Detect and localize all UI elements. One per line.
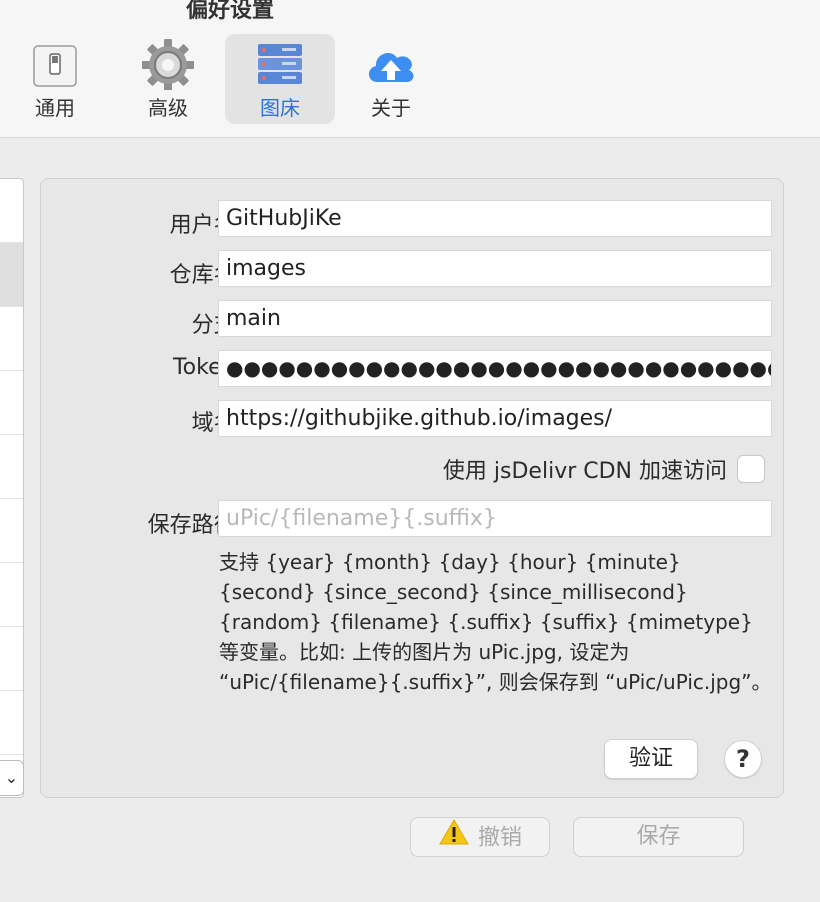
server-icon [252, 38, 308, 90]
window-title: 偏好设置 [185, 0, 274, 23]
tab-image-host-label: 图床 [260, 96, 300, 120]
save-path-field[interactable]: uPic/{filename}{.suffix} [218, 500, 772, 537]
list-item[interactable] [0, 563, 23, 627]
username-field[interactable]: GitHubJiKe [218, 200, 772, 237]
preferences-toolbar: 偏好设置 通用 高级 图床 关于 [0, 0, 820, 138]
warning-icon [438, 818, 470, 859]
host-type-select[interactable]: ⌄ [0, 760, 24, 796]
chevron-down-icon: ⌄ [4, 768, 19, 787]
revert-label: 撤销 [477, 825, 522, 851]
branch-field[interactable]: main [218, 300, 772, 337]
token-field[interactable]: ●●●●●●●●●●●●●●●●●●●●●●●●●●●●●●●●●●●... [218, 350, 772, 387]
gear-icon [140, 38, 196, 91]
tab-about[interactable]: 关于 [336, 34, 446, 124]
list-item[interactable] [0, 691, 23, 755]
tab-general-label: 通用 [35, 96, 75, 120]
help-button[interactable]: ? [724, 740, 762, 778]
list-item[interactable] [0, 179, 23, 243]
revert-button[interactable]: 撤销 [410, 817, 550, 857]
list-item[interactable] [0, 307, 23, 371]
repo-field[interactable]: images [218, 250, 772, 287]
host-list[interactable] [0, 178, 24, 798]
switch-icon [27, 38, 83, 90]
list-item[interactable] [0, 627, 23, 691]
cdn-checkbox[interactable] [737, 455, 765, 483]
tab-advanced-label: 高级 [148, 96, 188, 120]
cloud-upload-icon [363, 38, 419, 90]
cdn-option[interactable]: 使用 jsDelivr CDN 加速访问 [443, 453, 765, 485]
variables-help-text: 支持 {year} {month} {day} {hour} {minute} … [219, 550, 772, 694]
list-item[interactable] [0, 243, 23, 307]
save-button[interactable]: 保存 [573, 817, 744, 857]
verify-button[interactable]: 验证 [604, 739, 698, 779]
list-item[interactable] [0, 435, 23, 499]
tab-advanced[interactable]: 高级 [113, 34, 223, 124]
tab-about-label: 关于 [371, 96, 411, 120]
github-settings-panel: 用户名: GitHubJiKe 仓库名: images 分支: main Tok… [40, 178, 784, 798]
cdn-label: 使用 jsDelivr CDN 加速访问 [442, 459, 727, 484]
list-item[interactable] [0, 371, 23, 435]
tab-image-host[interactable]: 图床 [225, 34, 335, 124]
list-item[interactable] [0, 499, 23, 563]
tab-general[interactable]: 通用 [0, 34, 110, 124]
domain-field[interactable]: https://githubjike.github.io/images/ [218, 400, 772, 437]
